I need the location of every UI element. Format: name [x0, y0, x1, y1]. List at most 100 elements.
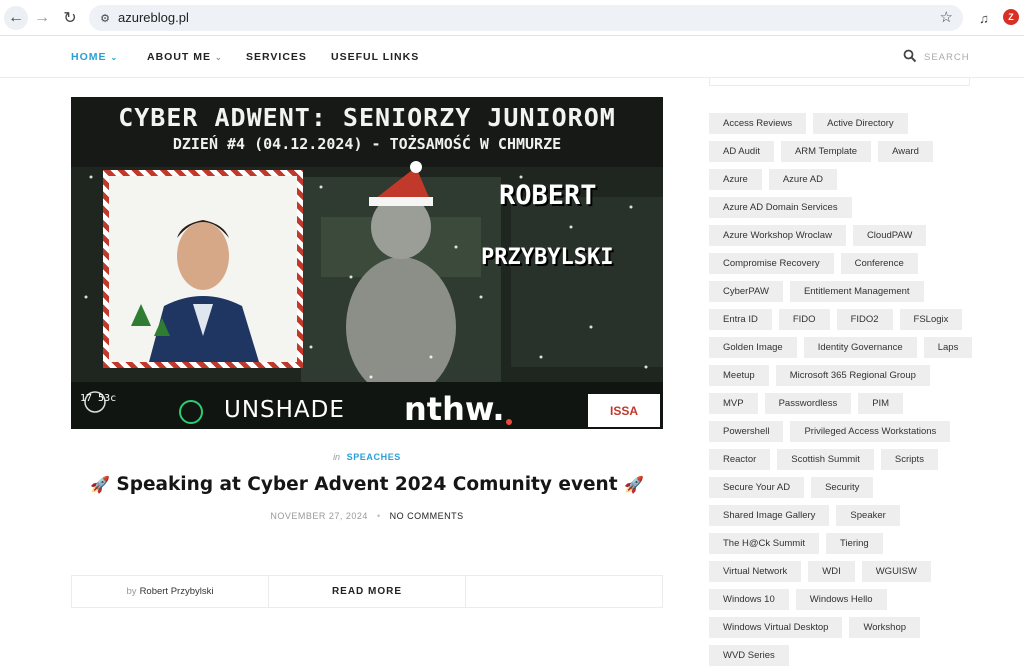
tag-link[interactable]: WGUISW — [861, 561, 931, 582]
hero-subtitle: DZIEŃ #4 (04.12.2024) - TOŻSAMOŚĆ W CHMU… — [172, 135, 562, 153]
site-info-icon[interactable]: ⚙ — [97, 10, 113, 26]
nav-item-label: HOME — [71, 51, 107, 63]
search-label[interactable]: SEARCH — [924, 52, 970, 63]
tag-link[interactable]: Microsoft 365 Regional Group — [775, 365, 930, 386]
tag-link[interactable]: Shared Image Gallery — [709, 505, 830, 526]
author-link[interactable]: Robert Przybylski — [140, 586, 214, 597]
post-title-text[interactable]: Speaking at Cyber Advent 2024 Comunity e… — [116, 474, 617, 495]
rocket-icon: 🚀 — [90, 475, 110, 494]
tag-link[interactable]: Virtual Network — [709, 561, 802, 582]
tag-link[interactable]: FIDO2 — [836, 309, 893, 330]
tag-link[interactable]: Scripts — [880, 449, 938, 470]
tag-link[interactable]: Access Reviews — [709, 113, 807, 134]
category-prefix: in — [333, 452, 341, 462]
tag-link[interactable]: CyberPAW — [709, 281, 783, 302]
post-title[interactable]: 🚀 Speaking at Cyber Advent 2024 Comunity… — [71, 474, 663, 495]
featured-image[interactable]: CYBER ADWENT: SENIORZY JUNIOROM DZIEŃ #4… — [71, 97, 663, 429]
nav-item-services[interactable]: SERVICES — [246, 51, 307, 63]
tag-link[interactable]: Azure AD Domain Services — [709, 197, 852, 218]
profile-avatar[interactable]: Z — [1003, 9, 1019, 25]
hero-logo-unshade: UNSHADE — [224, 397, 345, 423]
tag-link[interactable]: Azure Workshop Wroclaw — [709, 225, 846, 246]
site-header: HOME ⌄ ABOUT ME ⌄ SERVICES USEFUL LINKS SE… — [0, 36, 1024, 78]
browser-toolbar: ← → ↻ ⚙ azureblog.pl ☆ ♫ Z — [0, 0, 1024, 36]
tag-link[interactable]: Passwordless — [764, 393, 852, 414]
tag-link[interactable]: FIDO — [778, 309, 830, 330]
tag-link[interactable]: Powershell — [709, 421, 784, 442]
nav-item-useful-links[interactable]: USEFUL LINKS — [331, 51, 419, 63]
hero-title: CYBER ADWENT: SENIORZY JUNIOROM — [118, 103, 616, 132]
tag-link[interactable]: Identity Governance — [803, 337, 917, 358]
author-prefix: by — [126, 586, 137, 597]
nav-item-label: USEFUL LINKS — [331, 51, 420, 63]
tag-link[interactable]: PIM — [858, 393, 904, 414]
speaker-portrait — [109, 176, 297, 362]
tag-link[interactable]: WVD Series — [709, 645, 789, 666]
tag-link[interactable]: Windows Hello — [795, 589, 887, 610]
tag-link[interactable]: Security — [811, 477, 874, 498]
post-date: NOVEMBER 27, 2024 — [270, 511, 368, 521]
tag-link[interactable]: AD Audit — [709, 141, 774, 162]
tag-link[interactable]: Conference — [840, 253, 918, 274]
tag-link[interactable]: Golden Image — [709, 337, 797, 358]
tag-link[interactable]: Workshop — [849, 617, 921, 638]
tag-link[interactable]: Entra ID — [709, 309, 772, 330]
tag-link[interactable]: Scottish Summit — [777, 449, 874, 470]
forward-arrow-icon[interactable]: → — [30, 6, 54, 30]
post-author-cell: by Robert Przybylski — [72, 576, 268, 607]
tag-link[interactable]: MVP — [709, 393, 758, 414]
media-controls-icon[interactable]: ♫ — [975, 9, 993, 27]
tag-link[interactable]: Compromise Recovery — [709, 253, 834, 274]
address-url[interactable]: azureblog.pl — [118, 10, 189, 25]
tag-link[interactable]: Azure AD — [768, 169, 837, 190]
sidebar-widget-edge — [709, 78, 970, 86]
nav-item-label: SERVICES — [246, 51, 307, 63]
tag-link[interactable]: Windows Virtual Desktop — [709, 617, 843, 638]
category-link[interactable]: SPEACHES — [347, 452, 401, 462]
hero-logo-left: 17 53c — [80, 393, 117, 404]
post-footer: by Robert Przybylski READ MORE — [71, 575, 663, 608]
meta-separator: • — [376, 511, 381, 521]
portrait-frame — [103, 170, 303, 368]
nav-item-about-me[interactable]: ABOUT ME ⌄ — [147, 51, 223, 63]
tag-link[interactable]: ARM Template — [780, 141, 872, 162]
tag-link[interactable]: Tiering — [825, 533, 883, 554]
chevron-down-icon: ⌄ — [110, 53, 119, 62]
hero-logo-issa-box: ISSA — [588, 394, 660, 427]
tag-link[interactable]: Laps — [923, 337, 973, 358]
search-icon[interactable] — [903, 49, 917, 63]
tag-link[interactable]: FSLogix — [899, 309, 963, 330]
tag-link[interactable]: Entitlement Management — [789, 281, 924, 302]
bookmark-star-icon[interactable]: ☆ — [940, 8, 953, 26]
tag-link[interactable]: Meetup — [709, 365, 769, 386]
rocket-icon: 🚀 — [624, 475, 644, 494]
comments-link[interactable]: NO COMMENTS — [390, 511, 464, 521]
tag-link[interactable]: Windows 10 — [709, 589, 789, 610]
back-arrow-icon[interactable]: ← — [4, 6, 28, 30]
post-meta: NOVEMBER 27, 2024 • NO COMMENTS — [71, 511, 663, 521]
chevron-down-icon: ⌄ — [215, 53, 223, 62]
address-bar[interactable]: ⚙ azureblog.pl ☆ — [89, 5, 963, 31]
tag-link[interactable]: Reactor — [709, 449, 771, 470]
hero-name-first: ROBERT — [499, 180, 597, 211]
tag-link[interactable]: CloudPAW — [852, 225, 927, 246]
tag-link[interactable]: WDI — [808, 561, 855, 582]
tag-link[interactable]: Secure Your AD — [709, 477, 805, 498]
tag-link[interactable]: The H@Ck Summit — [709, 533, 819, 554]
post-category-line: in SPEACHES — [71, 452, 663, 462]
hero-name-last: PRZYBYLSKI — [481, 245, 614, 270]
tag-link[interactable]: Speaker — [836, 505, 900, 526]
share-cell — [465, 576, 662, 607]
read-more-button[interactable]: READ MORE — [332, 586, 402, 597]
hero-logo-nthw: nthw. — [404, 390, 505, 428]
nav-item-home[interactable]: HOME ⌄ — [71, 51, 118, 63]
tag-link[interactable]: Award — [878, 141, 933, 162]
tag-cloud: Access Reviews Active Directory AD Audit AR… — [709, 113, 979, 666]
reload-icon[interactable]: ↻ — [58, 6, 82, 30]
hero-logo-issa: ISSA — [609, 403, 638, 418]
tag-link[interactable]: Active Directory — [813, 113, 908, 134]
read-more-cell[interactable]: READ MORE — [268, 576, 465, 607]
tag-link[interactable]: Privileged Access Workstations — [790, 421, 951, 442]
nav-item-label: ABOUT ME — [147, 51, 211, 63]
tag-link[interactable]: Azure — [709, 169, 762, 190]
